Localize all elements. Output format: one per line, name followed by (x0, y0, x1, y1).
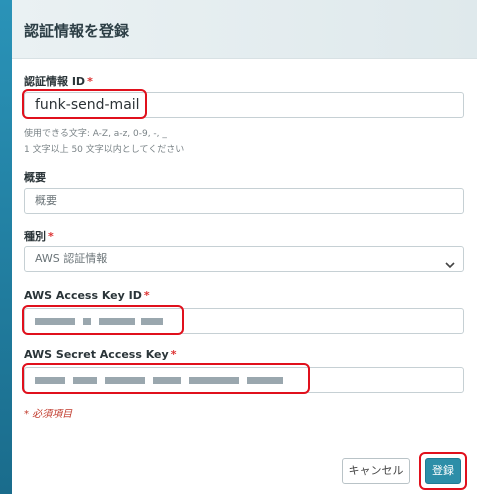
dialog-title: 認証情報を登録 (24, 22, 130, 40)
chevron-down-icon (445, 253, 455, 277)
type-label: 種別 * (24, 228, 54, 244)
access-key-id-label: AWS Access Key ID * (24, 289, 150, 302)
highlight-secret-access-key (22, 363, 310, 394)
summary-label: 概要 (24, 171, 46, 184)
required-fields-note: * 必須項目 (24, 409, 73, 420)
type-label-text: 種別 (24, 230, 46, 243)
credential-id-label: 認証情報 ID * (24, 73, 93, 89)
background-strip (0, 0, 12, 494)
highlight-access-key-id (22, 305, 184, 335)
register-credential-dialog: 認証情報を登録 認証情報 ID * funk-send-mail 使用できる文字:… (12, 0, 477, 494)
required-mark: * (87, 75, 93, 88)
highlight-credential-id (22, 89, 147, 119)
secret-access-key-label: AWS Secret Access Key * (24, 348, 176, 361)
dialog-header: 認証情報を登録 (12, 0, 477, 59)
secret-access-key-label-text: AWS Secret Access Key (24, 348, 169, 361)
required-mark: * (48, 230, 54, 243)
summary-input[interactable]: 概要 (24, 188, 464, 214)
access-key-id-label-text: AWS Access Key ID (24, 289, 142, 302)
summary-placeholder: 概要 (35, 194, 57, 207)
required-mark: * (143, 289, 150, 302)
hint-length: 1 文字以上 50 文字以内としてください (24, 145, 185, 155)
credential-id-label-text: 認証情報 ID (24, 75, 86, 88)
required-mark: * (170, 348, 177, 361)
hint-allowed-chars: 使用できる文字: A-Z, a-z, 0-9, -, _ (24, 129, 167, 139)
type-select[interactable]: AWS 認証情報 (24, 246, 464, 272)
type-selected-value: AWS 認証情報 (35, 252, 108, 265)
cancel-button[interactable]: キャンセル (342, 458, 410, 484)
highlight-register-button (419, 452, 467, 490)
